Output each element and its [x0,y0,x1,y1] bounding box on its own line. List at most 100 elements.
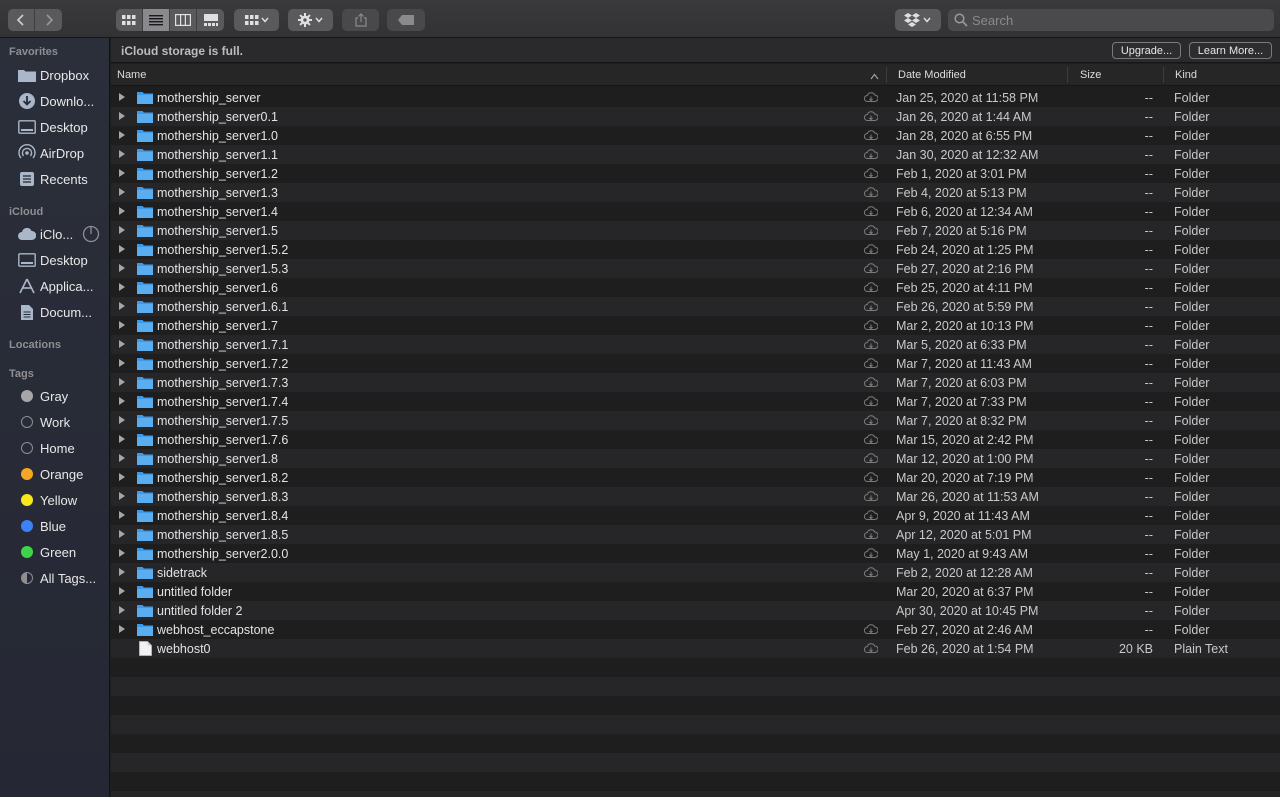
sidebar-item-tag-home[interactable]: Home [0,436,110,460]
sidebar-item-airdrop[interactable]: AirDrop [0,141,110,165]
file-row[interactable]: mothership_server1.8.5 Apr 12, 2020 at 5:… [111,525,1280,544]
disclosure-triangle-icon[interactable] [119,150,125,158]
icloud-download-icon[interactable] [863,186,879,199]
file-row[interactable]: mothership_server1.5 Feb 7, 2020 at 5:16 … [111,221,1280,240]
icloud-download-icon[interactable] [863,319,879,332]
file-row[interactable]: mothership_server1.0 Jan 28, 2020 at 6:55… [111,126,1280,145]
column-name[interactable]: Name [117,69,146,81]
icloud-download-icon[interactable] [863,338,879,351]
sidebar-item-recents[interactable]: Recents [0,167,110,191]
sidebar-item-tag-gray[interactable]: Gray [0,384,110,408]
disclosure-triangle-icon[interactable] [119,207,125,215]
list-view-button[interactable] [143,9,170,31]
icloud-download-icon[interactable] [863,642,879,655]
file-row[interactable]: mothership_server1.8 Mar 12, 2020 at 1:00… [111,449,1280,468]
icloud-download-icon[interactable] [863,566,879,579]
disclosure-triangle-icon[interactable] [119,112,125,120]
file-row[interactable]: mothership_server1.3 Feb 4, 2020 at 5:13 … [111,183,1280,202]
sidebar-item-tag-green[interactable]: Green [0,540,110,564]
icloud-download-icon[interactable] [863,471,879,484]
file-row[interactable]: mothership_server1.7.4 Mar 7, 2020 at 7:3… [111,392,1280,411]
icloud-download-icon[interactable] [863,452,879,465]
icloud-download-icon[interactable] [863,300,879,313]
disclosure-triangle-icon[interactable] [119,606,125,614]
file-row[interactable]: mothership_server1.7.5 Mar 7, 2020 at 8:3… [111,411,1280,430]
icloud-download-icon[interactable] [863,91,879,104]
icloud-download-icon[interactable] [863,376,879,389]
file-row[interactable]: mothership_server1.7.3 Mar 7, 2020 at 6:0… [111,373,1280,392]
tag-button[interactable] [387,9,425,31]
search-input[interactable] [972,12,1262,28]
action-button[interactable] [288,9,333,31]
file-row[interactable]: mothership_server1.8.4 Apr 9, 2020 at 11:… [111,506,1280,525]
disclosure-triangle-icon[interactable] [119,549,125,557]
file-row[interactable]: mothership_server1.6 Feb 25, 2020 at 4:11… [111,278,1280,297]
learn-more-button[interactable]: Learn More... [1189,42,1272,59]
file-row[interactable]: webhost_eccapstone Feb 27, 2020 at 2:46 A… [111,620,1280,639]
sidebar-item-applications[interactable]: Applica... [0,274,110,298]
sidebar-item-dropbox[interactable]: Dropbox [0,63,110,87]
file-row[interactable]: mothership_server1.4 Feb 6, 2020 at 12:34… [111,202,1280,221]
disclosure-triangle-icon[interactable] [119,264,125,272]
disclosure-triangle-icon[interactable] [119,397,125,405]
upgrade-button[interactable]: Upgrade... [1112,42,1181,59]
file-row[interactable]: mothership_server2.0.0 May 1, 2020 at 9:4… [111,544,1280,563]
disclosure-triangle-icon[interactable] [119,245,125,253]
file-row[interactable]: mothership_server1.5.2 Feb 24, 2020 at 1:… [111,240,1280,259]
disclosure-triangle-icon[interactable] [119,131,125,139]
file-row[interactable]: untitled folder 2 Apr 30, 2020 at 10:45 P… [111,601,1280,620]
disclosure-triangle-icon[interactable] [119,435,125,443]
icloud-download-icon[interactable] [863,490,879,503]
icloud-download-icon[interactable] [863,110,879,123]
disclosure-triangle-icon[interactable] [119,587,125,595]
disclosure-triangle-icon[interactable] [119,511,125,519]
icloud-download-icon[interactable] [863,433,879,446]
sidebar-item-downloads[interactable]: Downlo... [0,89,110,113]
disclosure-triangle-icon[interactable] [119,492,125,500]
disclosure-triangle-icon[interactable] [119,568,125,576]
sidebar-item-icloud-desktop[interactable]: Desktop [0,248,110,272]
file-row[interactable]: mothership_server1.8.2 Mar 20, 2020 at 7:… [111,468,1280,487]
disclosure-triangle-icon[interactable] [119,359,125,367]
file-row[interactable]: mothership_server1.7.2 Mar 7, 2020 at 11:… [111,354,1280,373]
icloud-download-icon[interactable] [863,262,879,275]
forward-button[interactable] [35,9,62,31]
column-size[interactable]: Size [1080,69,1101,81]
icloud-download-icon[interactable] [863,243,879,256]
group-button[interactable] [234,9,279,31]
file-row[interactable]: mothership_server1.7 Mar 2, 2020 at 10:13… [111,316,1280,335]
icloud-download-icon[interactable] [863,528,879,541]
file-row[interactable]: webhost0 Feb 26, 2020 at 1:54 PM 20 KB Plai… [111,639,1280,658]
disclosure-triangle-icon[interactable] [119,226,125,234]
disclosure-triangle-icon[interactable] [119,473,125,481]
icloud-download-icon[interactable] [863,205,879,218]
icloud-download-icon[interactable] [863,167,879,180]
icloud-download-icon[interactable] [863,623,879,636]
disclosure-triangle-icon[interactable] [119,625,125,633]
file-row[interactable]: mothership_server1.1 Jan 30, 2020 at 12:3… [111,145,1280,164]
disclosure-triangle-icon[interactable] [119,169,125,177]
file-row[interactable]: untitled folder Mar 20, 2020 at 6:37 PM --… [111,582,1280,601]
column-divider[interactable] [1163,67,1164,83]
column-divider[interactable] [1067,67,1068,83]
disclosure-triangle-icon[interactable] [119,321,125,329]
dropbox-menu-button[interactable] [895,9,941,31]
icloud-download-icon[interactable] [863,281,879,294]
icloud-download-icon[interactable] [863,509,879,522]
sidebar-item-desktop[interactable]: Desktop [0,115,110,139]
back-button[interactable] [8,9,35,31]
column-kind[interactable]: Kind [1175,69,1197,81]
share-button[interactable] [342,9,379,31]
icloud-download-icon[interactable] [863,129,879,142]
icloud-download-icon[interactable] [863,414,879,427]
file-row[interactable]: mothership_server0.1 Jan 26, 2020 at 1:44… [111,107,1280,126]
icloud-download-icon[interactable] [863,224,879,237]
file-row[interactable]: mothership_server1.7.1 Mar 5, 2020 at 6:3… [111,335,1280,354]
column-divider[interactable] [886,67,887,83]
sidebar-item-tag-orange[interactable]: Orange [0,462,110,486]
disclosure-triangle-icon[interactable] [119,302,125,310]
disclosure-triangle-icon[interactable] [119,378,125,386]
gallery-view-button[interactable] [197,9,224,31]
column-date-modified[interactable]: Date Modified [898,69,966,81]
sidebar-item-documents[interactable]: Docum... [0,300,110,324]
